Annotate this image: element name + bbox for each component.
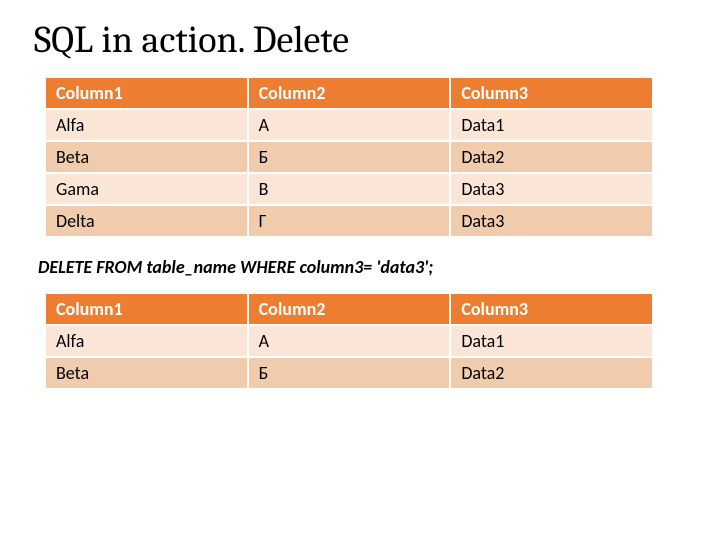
cell: Beta [45,141,248,173]
cell: Data2 [450,357,653,389]
table-before: Column1 Column2 Column3 Alfa А Data1 Bet… [44,76,654,238]
cell: Data3 [450,173,653,205]
cell: Б [248,357,451,389]
cell: В [248,173,451,205]
sql-statement: DELETE FROM table_name WHERE column3= 'd… [38,256,686,278]
col-header: Column3 [450,77,653,109]
table-row: Alfa А Data1 [45,109,653,141]
cell: Б [248,141,451,173]
col-header: Column1 [45,293,248,325]
col-header: Column2 [248,77,451,109]
cell: А [248,109,451,141]
table-header-row: Column1 Column2 Column3 [45,77,653,109]
cell: Data1 [450,325,653,357]
cell: Delta [45,205,248,237]
table-row: Gama В Data3 [45,173,653,205]
col-header: Column3 [450,293,653,325]
cell: Data3 [450,205,653,237]
cell: Г [248,205,451,237]
cell: Data2 [450,141,653,173]
table-after: Column1 Column2 Column3 Alfa А Data1 Bet… [44,292,654,390]
table-row: Delta Г Data3 [45,205,653,237]
page-title: SQL in action. Delete [34,18,686,62]
cell: Beta [45,357,248,389]
cell: А [248,325,451,357]
table-row: Beta Б Data2 [45,141,653,173]
cell: Gama [45,173,248,205]
table-header-row: Column1 Column2 Column3 [45,293,653,325]
cell: Data1 [450,109,653,141]
slide: SQL in action. Delete Column1 Column2 Co… [0,0,720,540]
col-header: Column2 [248,293,451,325]
col-header: Column1 [45,77,248,109]
table-row: Beta Б Data2 [45,357,653,389]
cell: Alfa [45,109,248,141]
table-row: Alfa А Data1 [45,325,653,357]
cell: Alfa [45,325,248,357]
